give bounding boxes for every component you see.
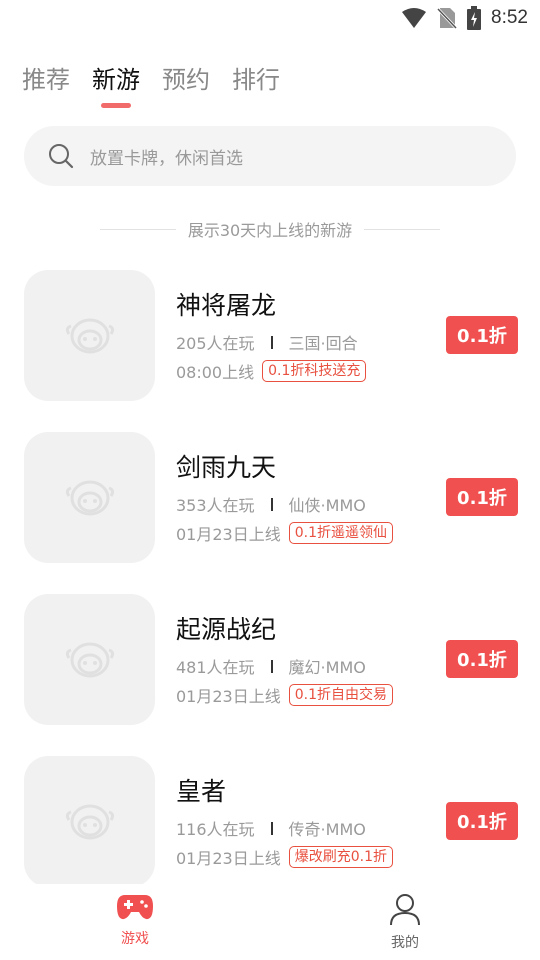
tab-new-games[interactable]: 新游	[92, 62, 140, 108]
nav-games-label: 游戏	[121, 931, 149, 947]
status-time: 8:52	[491, 7, 528, 28]
sheep-placeholder-icon	[65, 318, 114, 353]
wifi-icon	[402, 8, 427, 28]
game-item[interactable]: 皇者 116人在玩 传奇·MMO 01月23日上线 爆改刷充0.1折 0.1折	[24, 756, 518, 888]
game-name: 神将屠龙	[176, 291, 277, 320]
game-tag: 0.1折科技送充	[262, 360, 367, 382]
game-launch-row: 01月23日上线 爆改刷充0.1折	[176, 845, 393, 869]
discount-badge[interactable]: 0.1折	[446, 316, 518, 354]
game-launch-row: 08:00上线 0.1折科技送充	[176, 359, 367, 383]
sheep-placeholder-icon	[65, 642, 114, 677]
meta-separator	[270, 335, 273, 349]
game-tag: 0.1折自由交易	[288, 684, 393, 706]
search-placeholder: 放置卡牌，休闲首选	[90, 148, 243, 169]
search-bar[interactable]: 放置卡牌，休闲首选	[24, 126, 516, 186]
meta-separator	[270, 821, 273, 835]
meta-separator	[270, 659, 273, 673]
game-thumbnail	[24, 432, 155, 563]
game-item[interactable]: 神将屠龙 205人在玩 三国·回合 08:00上线 0.1折科技送充 0.1折	[24, 270, 518, 402]
status-bar: 8:52	[0, 0, 540, 36]
battery-charging-icon	[467, 6, 482, 30]
game-launch-row: 01月23日上线 0.1折遥遥领仙	[176, 521, 393, 545]
game-players: 116人在玩	[176, 820, 255, 839]
game-name: 皇者	[176, 777, 227, 806]
nav-mine-label: 我的	[391, 935, 419, 951]
tab-recommend[interactable]: 推荐	[22, 62, 70, 98]
tab-new-games-label: 新游	[92, 66, 140, 94]
game-meta: 353人在玩 仙侠·MMO	[176, 492, 366, 516]
no-sim-icon	[437, 7, 458, 29]
search-icon	[49, 144, 74, 169]
game-launch: 01月23日上线	[176, 849, 281, 868]
nav-games[interactable]: 游戏	[0, 884, 270, 960]
game-tag: 爆改刷充0.1折	[288, 846, 393, 868]
game-launch-row: 01月23日上线 0.1折自由交易	[176, 683, 393, 707]
game-genre: 三国·回合	[288, 334, 358, 353]
section-note-text: 展示30天内上线的新游	[187, 221, 353, 240]
top-tabs: 推荐 新游 预约 排行	[22, 62, 280, 108]
game-meta: 116人在玩 传奇·MMO	[176, 816, 366, 840]
game-genre: 仙侠·MMO	[288, 496, 366, 515]
discount-badge[interactable]: 0.1折	[446, 802, 518, 840]
sheep-placeholder-icon	[65, 804, 114, 839]
tab-ranking[interactable]: 排行	[232, 62, 280, 98]
game-launch: 08:00上线	[176, 363, 255, 382]
meta-separator	[270, 497, 273, 511]
bottom-nav: 游戏 我的	[0, 884, 540, 960]
divider-line-left	[99, 228, 176, 230]
game-item[interactable]: 剑雨九天 353人在玩 仙侠·MMO 01月23日上线 0.1折遥遥领仙 0.1…	[24, 432, 518, 564]
game-meta: 205人在玩 三国·回合	[176, 330, 358, 354]
gamepad-icon	[117, 895, 153, 920]
nav-mine[interactable]: 我的	[270, 884, 540, 960]
game-players: 205人在玩	[176, 334, 255, 353]
game-genre: 传奇·MMO	[288, 820, 366, 839]
game-name: 剑雨九天	[176, 453, 277, 482]
game-players: 353人在玩	[176, 496, 255, 515]
profile-icon	[390, 894, 420, 926]
game-thumbnail	[24, 756, 155, 887]
game-name: 起源战纪	[176, 615, 277, 644]
game-thumbnail	[24, 594, 155, 725]
game-item[interactable]: 起源战纪 481人在玩 魔幻·MMO 01月23日上线 0.1折自由交易 0.1…	[24, 594, 518, 726]
game-launch: 01月23日上线	[176, 525, 281, 544]
game-thumbnail	[24, 270, 155, 401]
divider-line-right	[364, 228, 441, 230]
sheep-placeholder-icon	[65, 480, 114, 515]
tab-reserve[interactable]: 预约	[162, 62, 210, 98]
discount-badge[interactable]: 0.1折	[446, 478, 518, 516]
status-icons: 8:52	[401, 6, 528, 30]
section-note: 展示30天内上线的新游	[0, 216, 540, 242]
game-launch: 01月23日上线	[176, 687, 281, 706]
tab-active-indicator	[101, 103, 131, 108]
game-genre: 魔幻·MMO	[288, 658, 366, 677]
game-meta: 481人在玩 魔幻·MMO	[176, 654, 366, 678]
game-tag: 0.1折遥遥领仙	[288, 522, 393, 544]
game-players: 481人在玩	[176, 658, 255, 677]
discount-badge[interactable]: 0.1折	[446, 640, 518, 678]
